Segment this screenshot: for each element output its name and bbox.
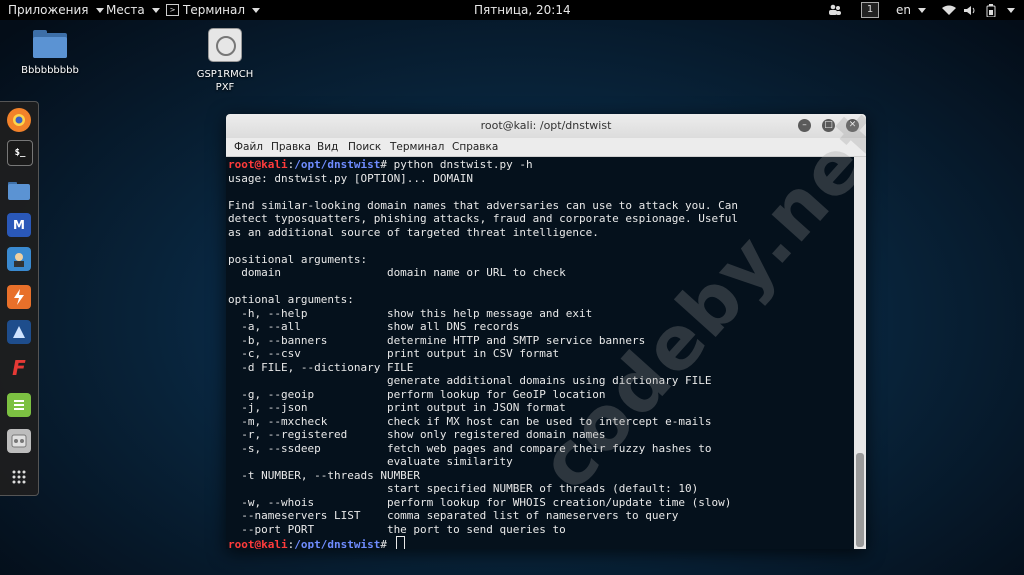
output-line: --port PORT the port to send queries to	[228, 522, 566, 536]
output-line: usage: dnstwist.py [OPTION]... DOMAIN	[228, 171, 474, 185]
output-line: positional arguments:	[228, 252, 368, 266]
keyboard-layout[interactable]: en	[896, 0, 926, 20]
output-line: -t NUMBER, --threads NUMBER	[228, 468, 421, 482]
output-line: evaluate similarity	[228, 455, 513, 468]
clock-label: Пятница, 20:14	[474, 3, 571, 17]
leafpad-icon[interactable]	[7, 393, 31, 417]
desktop-drive[interactable]: GSP1RMCH PXF	[180, 28, 270, 94]
output-line: -c, --csv print output in CSV format	[228, 347, 560, 360]
scrollbar[interactable]	[854, 157, 866, 549]
close-button[interactable]: ✕	[846, 119, 859, 132]
menu-search[interactable]: Поиск	[348, 138, 381, 156]
chevron-down-icon	[151, 7, 160, 13]
prompt-path: /opt/dnstwist	[294, 538, 381, 549]
places-label: Места	[106, 3, 145, 17]
output-line: -s, --ssdeep fetch web pages and compare…	[228, 441, 712, 455]
scrollbar-thumb[interactable]	[856, 453, 864, 547]
folder-icon	[33, 30, 67, 58]
terminal-output: root@kali:/opt/dnstwist# python dnstwist…	[228, 158, 738, 549]
clock[interactable]: Пятница, 20:14	[474, 0, 571, 20]
users-icon[interactable]	[828, 0, 842, 20]
workspace-number: 1	[861, 2, 879, 18]
output-line: -w, --whois perform lookup for WHOIS cre…	[228, 495, 732, 509]
chevron-down-icon	[252, 7, 261, 13]
chevron-down-icon	[1007, 7, 1015, 13]
menu-file[interactable]: Файл	[234, 138, 263, 156]
workspace-indicator[interactable]: 1	[861, 0, 879, 20]
prompt-path: /opt/dnstwist	[294, 158, 381, 171]
prompt-user: root@kali	[228, 158, 288, 171]
places-menu[interactable]: Места	[106, 0, 160, 20]
menu-view[interactable]: Вид	[317, 138, 338, 156]
output-line: -h, --help show this help message and ex…	[228, 306, 593, 320]
desktop-folder[interactable]: Bbbbbbbbb	[5, 30, 95, 77]
command-text: python dnstwist.py -h	[393, 158, 533, 171]
applications-label: Приложения	[8, 3, 89, 17]
maximize-button[interactable]: □	[822, 119, 835, 132]
users-icon-svg	[829, 4, 841, 15]
output-line: -b, --banners determine HTTP and SMTP se…	[228, 333, 646, 347]
window-titlebar[interactable]: root@kali: /opt/dnstwist – □ ✕	[226, 114, 866, 139]
firefox-icon[interactable]	[7, 108, 31, 132]
wifi-icon[interactable]	[942, 0, 956, 20]
minimize-button[interactable]: –	[798, 119, 811, 132]
terminal-app-menu[interactable]: > Терминал	[166, 0, 261, 20]
terminal-icon[interactable]: $_	[7, 140, 33, 166]
chevron-down-icon	[95, 7, 104, 13]
output-line: start specified NUMBER of threads (defau…	[228, 482, 699, 495]
terminal-area[interactable]: root@kali:/opt/dnstwist# python dnstwist…	[226, 114, 866, 549]
keyboard-layout-label: en	[896, 3, 911, 17]
beef-icon[interactable]	[7, 320, 31, 344]
terminal-window: root@kali: /opt/dnstwist – □ ✕ Файл Прав…	[226, 114, 866, 549]
prompt-line: root@kali:/opt/dnstwist# python dnstwist…	[228, 158, 533, 171]
prompt-end: #	[380, 158, 394, 171]
output-line: domain domain name or URL to check	[228, 266, 566, 279]
drive-icon	[208, 28, 242, 62]
volume-icon[interactable]	[964, 0, 977, 20]
armitage-icon[interactable]	[7, 247, 31, 271]
output-line: --nameservers LIST comma separated list …	[228, 509, 679, 522]
menu-terminal[interactable]: Терминал	[390, 138, 444, 156]
chevron-down-icon	[918, 7, 926, 13]
volume-icon-svg	[964, 5, 975, 15]
output-line: -j, --json print output in JSON format	[228, 401, 566, 414]
output-line: generate additional domains using dictio…	[228, 374, 712, 387]
show-apps-icon[interactable]	[7, 465, 31, 489]
terminal-app-label: Терминал	[183, 3, 246, 17]
output-line: as an additional source of targeted thre…	[228, 225, 599, 239]
dock: $_ M F	[0, 101, 39, 496]
desktop-folder-label: Bbbbbbbbb	[21, 65, 79, 76]
menu-edit[interactable]: Правка	[271, 138, 311, 156]
output-line: Find similar-looking domain names that a…	[228, 198, 738, 212]
menu-help[interactable]: Справка	[452, 138, 498, 156]
power-menu[interactable]	[1004, 0, 1015, 20]
wifi-icon-svg	[942, 5, 956, 15]
output-line: detect typosquatters, phishing attacks, …	[228, 212, 738, 225]
files-icon[interactable]	[7, 179, 31, 203]
battery-icon-svg	[986, 3, 996, 17]
cursor	[395, 536, 405, 549]
output-line: -m, --mxcheck check if MX host can be us…	[228, 414, 712, 428]
applications-menu[interactable]: Приложения	[8, 0, 104, 20]
burpsuite-icon[interactable]	[7, 285, 31, 309]
battery-icon[interactable]	[986, 0, 996, 20]
prompt-end: #	[380, 538, 394, 549]
faraday-icon[interactable]: F	[7, 356, 31, 380]
output-line: optional arguments:	[228, 293, 354, 306]
output-line: -g, --geoip perform lookup for GeoIP loc…	[228, 387, 606, 401]
window-menubar: Файл Правка Вид Поиск Терминал Справка	[226, 138, 866, 157]
cherrytree-icon[interactable]	[7, 429, 31, 453]
prompt-user: root@kali	[228, 538, 288, 549]
output-line: -a, --all show all DNS records	[228, 320, 520, 333]
window-title: root@kali: /opt/dnstwist	[480, 119, 612, 132]
metasploit-icon[interactable]: M	[7, 213, 31, 237]
help-output: usage: dnstwist.py [OPTION]... DOMAIN Fi…	[228, 172, 738, 536]
desktop-drive-label: GSP1RMCH PXF	[196, 69, 254, 93]
prompt-line-current[interactable]: root@kali:/opt/dnstwist#	[228, 536, 405, 549]
output-line: -r, --registered show only registered do…	[228, 428, 606, 441]
output-line: -d FILE, --dictionary FILE	[228, 360, 414, 374]
top-panel: Приложения Места > Терминал Пятница, 20:…	[0, 0, 1024, 20]
terminal-small-icon: >	[166, 4, 179, 16]
